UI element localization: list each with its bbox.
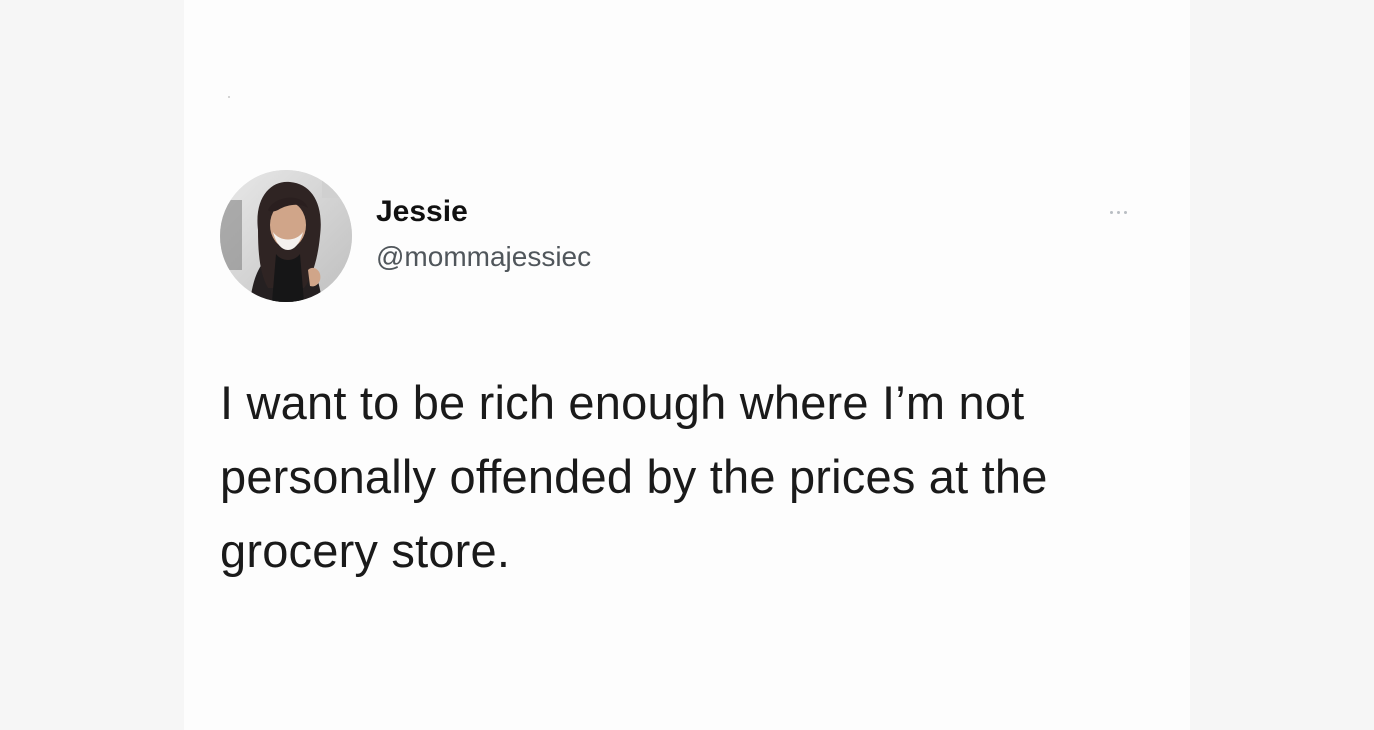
user-info: Jessie @mommajessiec bbox=[376, 194, 591, 274]
more-dot-2 bbox=[1116, 210, 1120, 214]
user-handle[interactable]: @mommajessiec bbox=[376, 240, 591, 274]
decorative-mark bbox=[228, 96, 230, 98]
more-horizontal-icon bbox=[1109, 210, 1127, 214]
tweet-text: I want to be rich enough where I’m not p… bbox=[220, 376, 1048, 577]
more-dot-1 bbox=[1109, 210, 1113, 214]
display-name[interactable]: Jessie bbox=[376, 194, 591, 230]
avatar[interactable] bbox=[220, 170, 352, 302]
more-options-button[interactable] bbox=[1096, 200, 1140, 224]
tweet-header: Jessie @mommajessiec bbox=[220, 170, 1140, 306]
tweet-card: Jessie @mommajessiec I want to be rich e… bbox=[184, 0, 1190, 730]
page: Jessie @mommajessiec I want to be rich e… bbox=[0, 0, 1374, 730]
avatar-image bbox=[220, 170, 352, 302]
more-dot-3 bbox=[1123, 210, 1127, 214]
